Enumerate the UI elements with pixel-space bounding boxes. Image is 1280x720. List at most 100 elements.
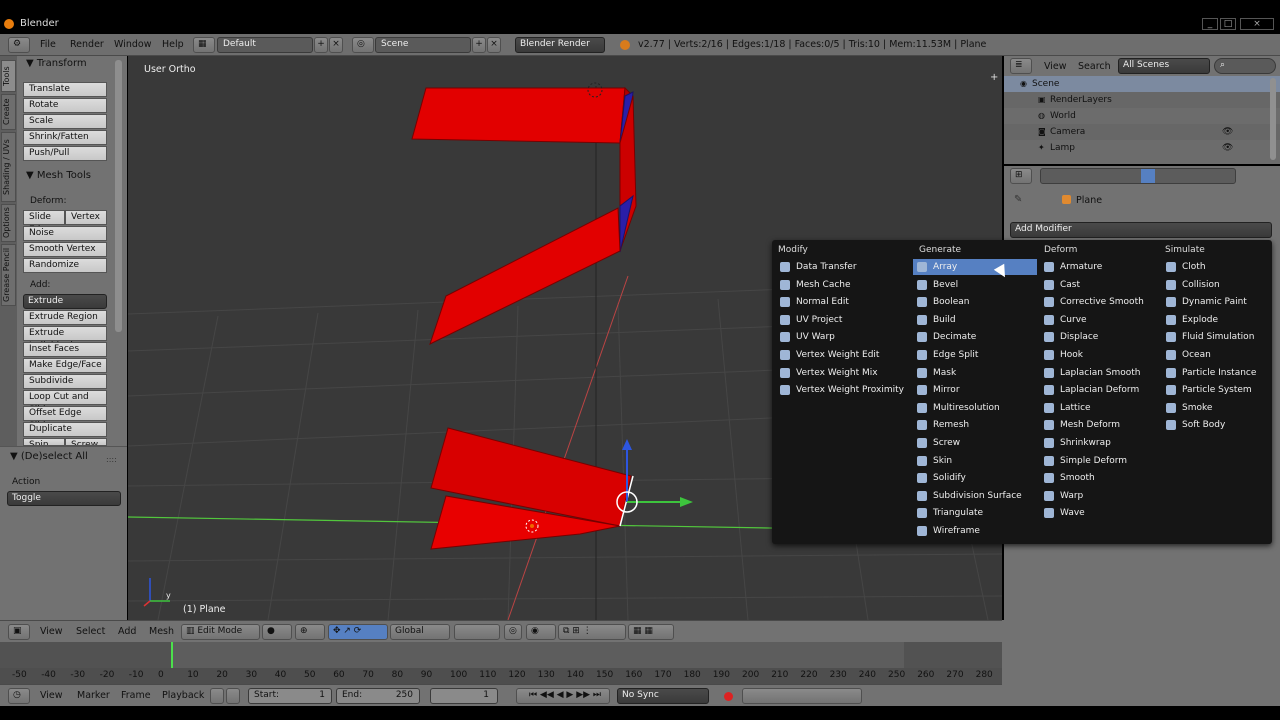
- modifier-item-particle-instance[interactable]: Particle Instance: [1162, 365, 1268, 381]
- modifier-item-cast[interactable]: Cast: [1040, 277, 1160, 293]
- menu-render[interactable]: Render: [70, 39, 104, 50]
- outliner-item-world[interactable]: ◍ World: [1004, 108, 1280, 124]
- scale-button[interactable]: Scale: [23, 114, 107, 129]
- modifier-item-explode[interactable]: Explode: [1162, 312, 1268, 328]
- layout-field[interactable]: Default: [217, 37, 313, 53]
- select-menu[interactable]: Select: [76, 626, 105, 637]
- modifier-item-wireframe[interactable]: Wireframe: [913, 523, 1037, 539]
- mode-select[interactable]: ▥ Edit Mode: [181, 624, 260, 640]
- spin-button[interactable]: Spin: [23, 438, 65, 446]
- modifier-item-displace[interactable]: Displace: [1040, 329, 1160, 345]
- scene-field[interactable]: Scene: [375, 37, 471, 53]
- modifier-item-dynamic-paint[interactable]: Dynamic Paint: [1162, 294, 1268, 310]
- visibility-eye-icon[interactable]: 👁: [1222, 124, 1233, 140]
- modifier-item-screw[interactable]: Screw: [913, 435, 1037, 451]
- outliner-scrollbar[interactable]: [1270, 78, 1276, 160]
- frame-menu[interactable]: Frame: [121, 690, 151, 701]
- outliner-editor-icon[interactable]: ≣: [1010, 58, 1032, 74]
- visibility-eye-icon[interactable]: 👁: [1222, 140, 1233, 156]
- view-menu[interactable]: View: [40, 626, 63, 637]
- start-frame-field[interactable]: Start: 1: [248, 688, 332, 704]
- modifier-item-mirror[interactable]: Mirror: [913, 382, 1037, 398]
- properties-context-tabs[interactable]: [1040, 168, 1236, 184]
- modifier-item-decimate[interactable]: Decimate: [913, 329, 1037, 345]
- transform-panel-header[interactable]: ▼ Transform: [26, 58, 87, 69]
- expand-properties-icon[interactable]: +: [990, 72, 998, 83]
- modifier-item-cloth[interactable]: Cloth: [1162, 259, 1268, 275]
- tab-tools[interactable]: Tools: [1, 60, 16, 92]
- offset-edge-slide-button[interactable]: Offset Edge Slide: [23, 406, 107, 431]
- tool-shelf-scrollbar[interactable]: [115, 60, 122, 332]
- maximize-icon[interactable]: □: [1220, 18, 1236, 30]
- rotate-button[interactable]: Rotate: [23, 98, 107, 113]
- playback-controls[interactable]: ⏮ ◀◀ ◀ ▶ ▶▶ ⏭: [516, 688, 610, 704]
- modifier-item-normal-edit[interactable]: Normal Edit: [776, 294, 912, 310]
- editor-type-icon[interactable]: ⚙: [8, 37, 30, 53]
- manipulator-toggles[interactable]: ✥ ↗ ⟳: [328, 624, 388, 640]
- preview-range-icon[interactable]: [210, 688, 224, 704]
- modifier-item-soft-body[interactable]: Soft Body: [1162, 417, 1268, 433]
- modifier-item-skin[interactable]: Skin: [913, 453, 1037, 469]
- sync-select[interactable]: No Sync: [617, 688, 709, 704]
- modifier-item-corrective-smooth[interactable]: Corrective Smooth: [1040, 294, 1160, 310]
- mesh-menu[interactable]: Mesh: [149, 626, 174, 637]
- add-modifier-select[interactable]: Add Modifier: [1010, 222, 1272, 238]
- delete-layout-icon[interactable]: ×: [329, 37, 343, 53]
- modifier-item-shrinkwrap[interactable]: Shrinkwrap: [1040, 435, 1160, 451]
- modifier-item-vertex-weight-edit[interactable]: Vertex Weight Edit: [776, 347, 912, 363]
- translate-button[interactable]: Translate: [23, 82, 107, 97]
- modifier-item-bevel[interactable]: Bevel: [913, 277, 1037, 293]
- screw-button[interactable]: Screw: [65, 438, 107, 446]
- timeline-editor-icon[interactable]: ◷: [8, 688, 30, 704]
- record-icon[interactable]: [724, 692, 733, 701]
- modifier-item-mask[interactable]: Mask: [913, 365, 1037, 381]
- playback-menu[interactable]: Playback: [162, 690, 204, 701]
- loop-cut-and-slide-button[interactable]: Loop Cut and Slide: [23, 390, 107, 415]
- modifier-item-vertex-weight-proximity[interactable]: Vertex Weight Proximity: [776, 382, 912, 398]
- snap-select[interactable]: ◉: [526, 624, 556, 640]
- snap-tools[interactable]: ⧉ ⊞ ⋮: [558, 624, 626, 640]
- shading-select[interactable]: ●: [262, 624, 292, 640]
- modifier-item-armature[interactable]: Armature: [1040, 259, 1160, 275]
- modifier-item-warp[interactable]: Warp: [1040, 488, 1160, 504]
- properties-editor-icon[interactable]: ⊞: [1010, 168, 1032, 184]
- make-edge-face-button[interactable]: Make Edge/Face: [23, 358, 107, 373]
- render-engine-select[interactable]: Blender Render: [515, 37, 605, 53]
- extrude-region-button[interactable]: Extrude Region: [23, 310, 107, 325]
- current-frame-field[interactable]: 1: [430, 688, 498, 704]
- timeline-view-menu[interactable]: View: [40, 690, 63, 701]
- modifier-item-laplacian-deform[interactable]: Laplacian Deform: [1040, 382, 1160, 398]
- mesh-tools-panel-header[interactable]: ▼ Mesh Tools: [26, 170, 91, 181]
- modifier-item-fluid-simulation[interactable]: Fluid Simulation: [1162, 329, 1268, 345]
- menu-file[interactable]: File: [40, 39, 56, 50]
- randomize-button[interactable]: Randomize: [23, 258, 107, 273]
- scene-icon[interactable]: ◎: [352, 37, 374, 53]
- action-select[interactable]: Toggle: [7, 491, 121, 506]
- modifier-item-collision[interactable]: Collision: [1162, 277, 1268, 293]
- add-layout-icon[interactable]: +: [314, 37, 328, 53]
- minimize-icon[interactable]: _: [1202, 18, 1218, 30]
- push-pull-button[interactable]: Push/Pull: [23, 146, 107, 161]
- add-menu[interactable]: Add: [118, 626, 136, 637]
- extrude-individual-button[interactable]: Extrude Individual: [23, 326, 107, 351]
- viewport-editor-icon[interactable]: ▣: [8, 624, 30, 640]
- proportional-edit-icon[interactable]: ◎: [504, 624, 522, 640]
- layer-buttons[interactable]: [454, 624, 500, 640]
- layout-icon[interactable]: ▦: [193, 37, 215, 53]
- inset-faces-button[interactable]: Inset Faces: [23, 342, 107, 357]
- modifier-item-data-transfer[interactable]: Data Transfer: [776, 259, 912, 275]
- outliner-search-input[interactable]: ⌕: [1214, 58, 1276, 74]
- smooth-vertex-button[interactable]: Smooth Vertex: [23, 242, 107, 257]
- modifier-item-uv-project[interactable]: UV Project: [776, 312, 912, 328]
- close-icon[interactable]: ×: [1240, 18, 1274, 30]
- delete-scene-icon[interactable]: ×: [487, 37, 501, 53]
- extrude-select[interactable]: Extrude: [23, 294, 107, 309]
- add-scene-icon[interactable]: +: [472, 37, 486, 53]
- pivot-select[interactable]: ⊕: [295, 624, 325, 640]
- plane-mesh[interactable]: [411, 86, 637, 550]
- modifier-item-laplacian-smooth[interactable]: Laplacian Smooth: [1040, 365, 1160, 381]
- modifier-item-wave[interactable]: Wave: [1040, 505, 1160, 521]
- outliner-menu-view[interactable]: View: [1044, 61, 1067, 72]
- outliner-item-lamp[interactable]: ✦ Lamp 👁: [1004, 140, 1280, 156]
- keying-set-field[interactable]: [742, 688, 862, 704]
